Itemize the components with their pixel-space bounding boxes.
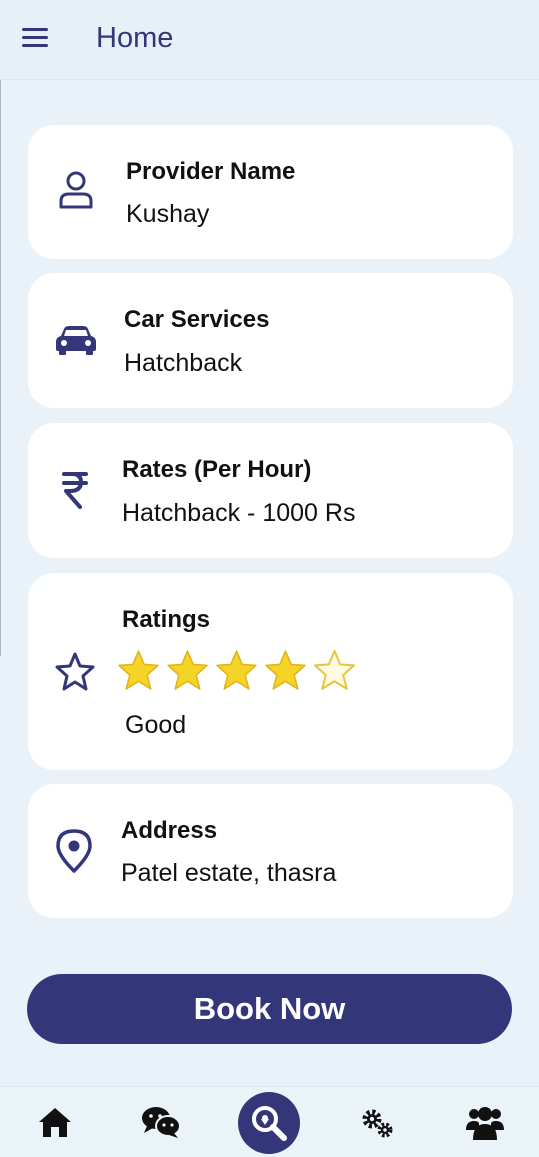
star-rating — [117, 649, 362, 692]
user-icon — [59, 171, 93, 209]
search-nav-button[interactable] — [238, 1092, 300, 1154]
ratings-value: Good — [125, 711, 187, 739]
home-icon[interactable] — [38, 1106, 72, 1138]
book-now-button[interactable]: Book Now — [27, 974, 512, 1044]
bottom-nav — [0, 1086, 539, 1157]
search-icon — [252, 1106, 287, 1141]
star-filled-icon — [265, 650, 306, 690]
car-icon — [56, 326, 96, 355]
star-outline-icon — [55, 652, 95, 691]
settings-icon[interactable] — [361, 1108, 395, 1140]
location-pin-icon — [56, 829, 92, 873]
edge-divider — [0, 80, 1, 656]
star-filled-icon — [167, 650, 208, 690]
star-empty-icon — [314, 650, 355, 690]
provider-name-value: Kushay — [126, 200, 210, 228]
rates-value: Hatchback - 1000 Rs — [122, 499, 356, 527]
ratings-label: Ratings — [122, 606, 211, 633]
address-card: Address Patel estate, thasra — [28, 784, 513, 918]
star-filled-icon — [118, 650, 159, 690]
chat-icon[interactable] — [141, 1105, 181, 1139]
page-title: Home — [96, 22, 174, 54]
ratings-card: Ratings Good — [28, 573, 513, 770]
rates-label: Rates (Per Hour) — [122, 456, 312, 483]
rates-card: Rates (Per Hour) Hatchback - 1000 Rs — [28, 423, 513, 558]
star-filled-icon — [216, 650, 257, 690]
users-icon[interactable] — [465, 1104, 505, 1140]
address-label: Address — [121, 817, 218, 844]
menu-icon[interactable] — [22, 28, 50, 52]
car-services-value: Hatchback — [124, 349, 243, 377]
provider-card: Provider Name Kushay — [28, 125, 513, 259]
provider-name-label: Provider Name — [126, 158, 296, 185]
car-services-label: Car Services — [124, 306, 270, 333]
address-value: Patel estate, thasra — [121, 859, 337, 887]
car-services-card: Car Services Hatchback — [28, 273, 513, 408]
app-bar: Home — [0, 0, 539, 80]
rupee-icon — [62, 472, 88, 509]
